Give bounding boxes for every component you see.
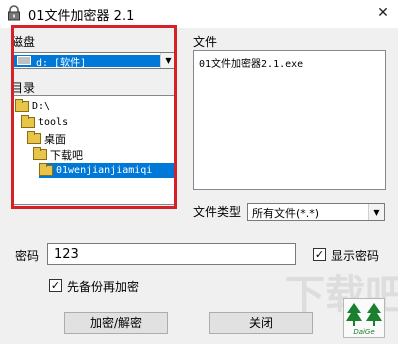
- close-icon[interactable]: ✕: [372, 3, 394, 23]
- backup-label: 先备份再加密: [67, 280, 140, 294]
- password-label: 密码: [15, 249, 40, 263]
- password-input[interactable]: 123: [47, 243, 296, 265]
- backup-checkbox[interactable]: ✓: [49, 279, 62, 292]
- show-password-checkbox[interactable]: ✓: [313, 248, 326, 261]
- file-type-label: 文件类型: [193, 205, 242, 219]
- encrypt-decrypt-button[interactable]: 加密/解密: [64, 312, 168, 334]
- logo-text: DaiGe: [353, 328, 375, 336]
- window-title: 01文件加密器 2.1: [28, 9, 135, 24]
- file-list[interactable]: 01文件加密器2.1.exe: [193, 50, 386, 190]
- file-type-value: 所有文件(*.*): [252, 207, 320, 220]
- chevron-down-icon[interactable]: ▼: [368, 204, 384, 220]
- checkmark-icon: ✓: [50, 279, 61, 292]
- highlight-frame: [11, 25, 177, 209]
- tree-logo-icon: DaiGe: [343, 298, 385, 338]
- file-type-select[interactable]: 所有文件(*.*) ▼: [247, 203, 385, 221]
- file-label: 文件: [193, 35, 218, 49]
- file-list-item[interactable]: 01文件加密器2.1.exe: [199, 55, 303, 70]
- checkmark-icon: ✓: [314, 248, 325, 261]
- lock-icon: [8, 5, 20, 21]
- password-value: 123: [54, 247, 79, 262]
- title-bar: 01文件加密器 2.1 ✕: [0, 0, 398, 28]
